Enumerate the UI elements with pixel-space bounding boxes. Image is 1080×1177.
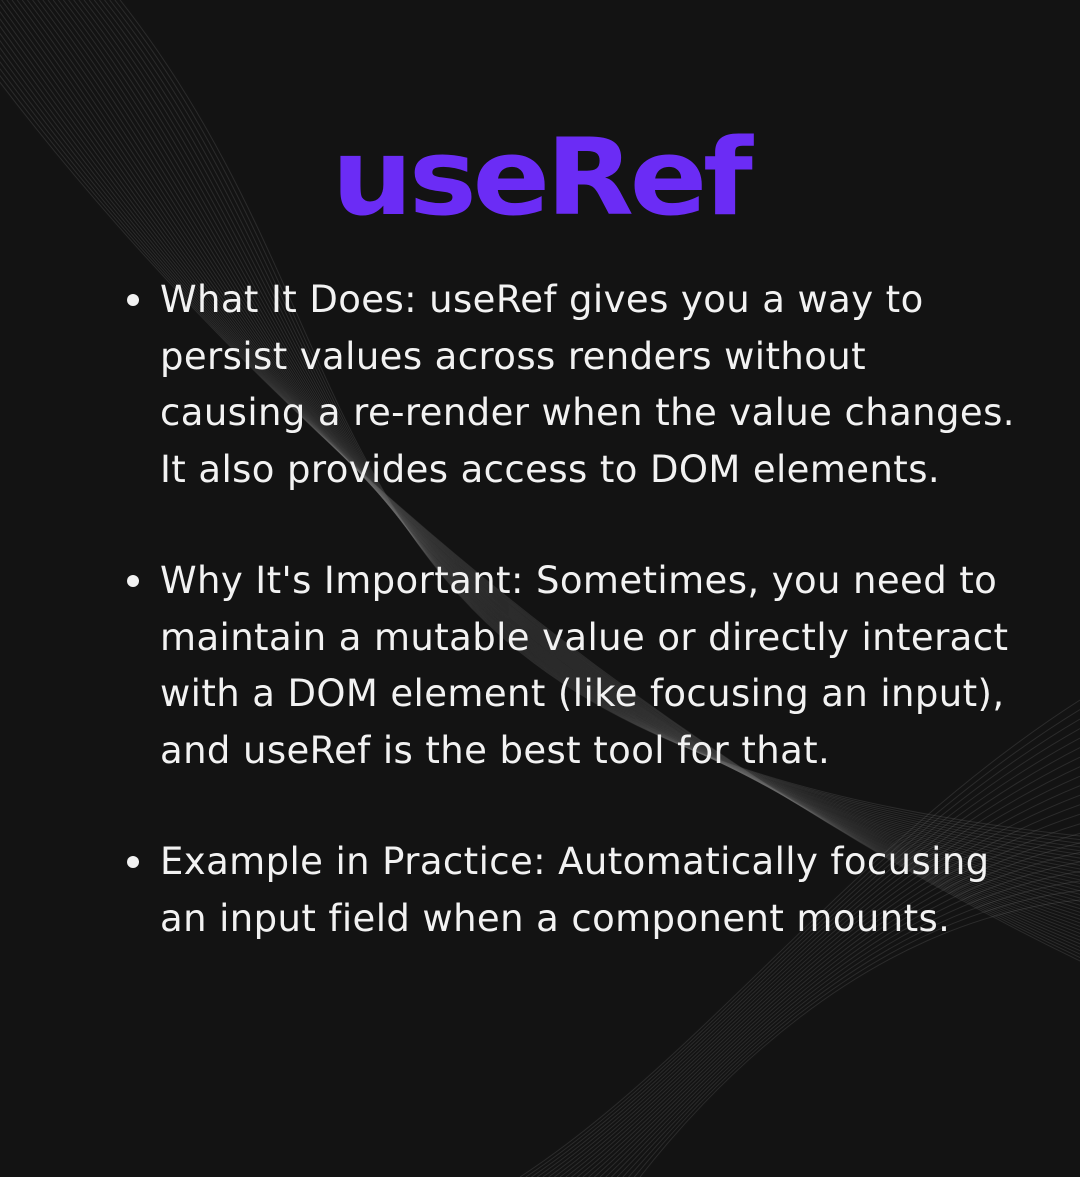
- bullet-list: What It Does: useRef gives you a way to …: [127, 272, 1040, 1002]
- bullet-text: What It Does: useRef gives you a way to …: [160, 278, 1015, 491]
- bullet-text: Why It's Important: Sometimes, you need …: [160, 559, 1009, 772]
- bullet-dot-icon: [127, 294, 139, 306]
- slide: useRef What It Does: useRef gives you a …: [0, 0, 1080, 1177]
- bullet-dot-icon: [127, 575, 139, 587]
- bullet-item-example: Example in Practice: Automatically focus…: [127, 834, 990, 947]
- bullet-dot-icon: [127, 856, 139, 868]
- bullet-item-why-important: Why It's Important: Sometimes, you need …: [127, 553, 1030, 779]
- bullet-item-what-it-does: What It Does: useRef gives you a way to …: [127, 272, 1020, 498]
- bullet-text: Example in Practice: Automatically focus…: [160, 840, 990, 940]
- slide-title: useRef: [331, 116, 753, 239]
